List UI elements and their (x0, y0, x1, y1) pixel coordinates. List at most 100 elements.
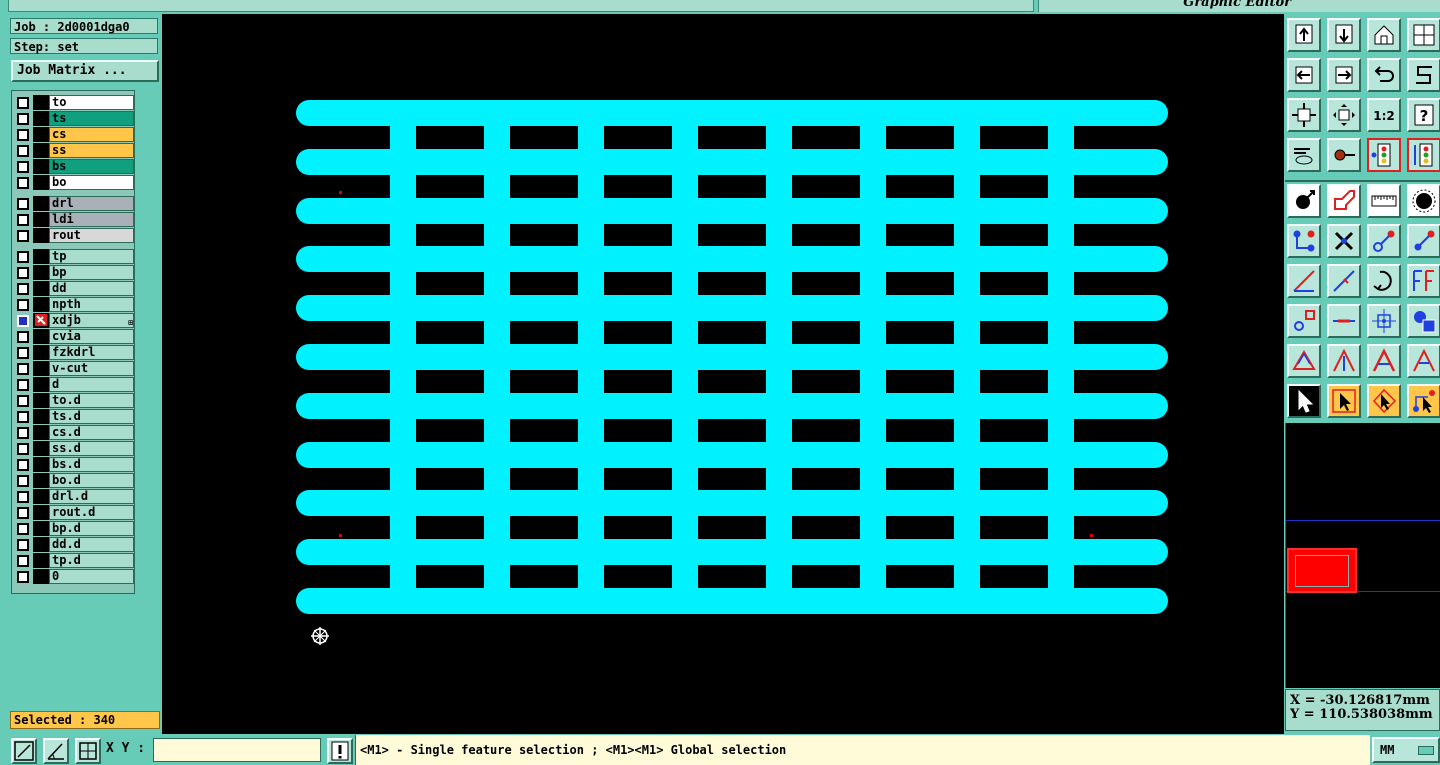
layer-row-npth[interactable]: npth (14, 297, 134, 312)
layer-row-cs.d[interactable]: cs.d (14, 425, 134, 440)
layer-color-swatch[interactable] (33, 521, 49, 536)
select-poly-button[interactable] (1367, 384, 1401, 418)
trace-horizontal[interactable] (296, 344, 1168, 370)
layer-row-ss.d[interactable]: ss.d (14, 441, 134, 456)
layer-row-ts.d[interactable]: ts.d (14, 409, 134, 424)
layer-color-swatch[interactable] (33, 249, 49, 264)
layer-checkbox[interactable] (17, 571, 29, 583)
trace-vertical[interactable] (484, 110, 510, 604)
trace-vertical[interactable] (1048, 110, 1074, 604)
layer-color-swatch[interactable] (33, 553, 49, 568)
overview-panel[interactable] (1285, 423, 1440, 688)
job-matrix-button[interactable]: Job Matrix ... (11, 60, 159, 82)
layer-checkbox[interactable] (17, 198, 29, 210)
trace-horizontal[interactable] (296, 539, 1168, 566)
center-button[interactable] (1367, 304, 1401, 338)
layer-checkbox[interactable] (17, 161, 29, 173)
zoom-fit-button[interactable] (1287, 98, 1321, 132)
trace-horizontal[interactable] (296, 100, 1168, 126)
delete-feature-button[interactable] (1327, 224, 1361, 258)
layer-color-swatch[interactable] (33, 537, 49, 552)
trace-vertical[interactable] (954, 110, 980, 604)
layer-row-cs[interactable]: cs (14, 127, 134, 142)
trace-horizontal[interactable] (296, 295, 1168, 322)
copy-point-button[interactable] (1407, 224, 1440, 258)
layer-row-xdjb[interactable]: xdjb ⊞ (14, 313, 134, 328)
layer-checkbox[interactable] (17, 113, 29, 125)
probe-button[interactable] (1327, 138, 1361, 172)
layer-down-button[interactable] (1327, 18, 1361, 52)
layer-row-bs[interactable]: bs (14, 159, 134, 174)
layer-checkbox[interactable] (17, 145, 29, 157)
layer-checkbox[interactable] (17, 491, 29, 503)
help-button[interactable]: ? (1407, 98, 1440, 132)
snap-button[interactable] (1287, 304, 1321, 338)
layer-color-swatch[interactable] (33, 95, 49, 110)
layer-checkbox[interactable] (17, 459, 29, 471)
grid-button[interactable] (75, 738, 101, 764)
layer-row-dd[interactable]: dd (14, 281, 134, 296)
layer-color-swatch[interactable] (33, 473, 49, 488)
layer-color-swatch[interactable] (33, 569, 49, 584)
graphics-canvas[interactable] (162, 14, 1284, 734)
ruler-button[interactable] (1367, 184, 1401, 218)
layer-row-bs.d[interactable]: bs.d (14, 457, 134, 472)
layer-color-swatch[interactable] (33, 393, 49, 408)
layer-color-swatch[interactable] (33, 409, 49, 424)
layer-color-swatch[interactable] (33, 143, 49, 158)
layer-up-button[interactable] (1287, 18, 1321, 52)
layer-row-0[interactable]: 0 (14, 569, 134, 584)
layer-checkbox[interactable] (17, 523, 29, 535)
layer-row-ldi[interactable]: ldi (14, 212, 134, 227)
trace-horizontal[interactable] (296, 148, 1168, 175)
layer-color-swatch[interactable] (33, 228, 49, 243)
layer-checkbox[interactable] (17, 427, 29, 439)
rotate-button[interactable] (1367, 58, 1401, 92)
trace-horizontal[interactable] (296, 246, 1168, 273)
layer-color-swatch[interactable] (33, 212, 49, 227)
layer-checkbox[interactable] (17, 230, 29, 242)
layer-row-dd.d[interactable]: dd.d (14, 537, 134, 552)
layer-checkbox[interactable] (17, 411, 29, 423)
alert-button[interactable] (327, 738, 353, 764)
measure-tools-button[interactable] (1287, 138, 1321, 172)
layer-row-d[interactable]: d (14, 377, 134, 392)
arc-button[interactable] (1367, 264, 1401, 298)
layer-row-bo[interactable]: bo (14, 175, 134, 190)
layer-color-swatch[interactable] (33, 441, 49, 456)
layer-checkbox[interactable] (17, 507, 29, 519)
minus-line-button[interactable] (1327, 304, 1361, 338)
trace-horizontal[interactable] (296, 441, 1168, 468)
layer-row-ss[interactable]: ss (14, 143, 134, 158)
layer-color-swatch[interactable] (33, 175, 49, 190)
step-button[interactable] (1407, 58, 1440, 92)
zoom-box-button[interactable] (11, 738, 37, 764)
layer-checkbox[interactable] (17, 443, 29, 455)
select-net-button[interactable] (1407, 384, 1440, 418)
layer-row-bp.d[interactable]: bp.d (14, 521, 134, 536)
trace-vertical[interactable] (860, 110, 886, 604)
polygon-button[interactable] (1287, 344, 1321, 378)
layer-row-cvia[interactable]: cvia (14, 329, 134, 344)
layer-checkbox[interactable] (17, 299, 29, 311)
trace-horizontal[interactable] (296, 490, 1168, 517)
polygon-outline-button[interactable] (1407, 344, 1440, 378)
layer-color-swatch[interactable] (33, 425, 49, 440)
layer-color-swatch[interactable] (33, 196, 49, 211)
trace-vertical[interactable] (766, 110, 792, 604)
pan-left-button[interactable] (1287, 58, 1321, 92)
net-compare-button[interactable] (1407, 138, 1440, 172)
layer-row-bo.d[interactable]: bo.d (14, 473, 134, 488)
layer-row-tp[interactable]: tp (14, 249, 134, 264)
angle-button[interactable] (43, 738, 69, 764)
layer-checkbox[interactable] (17, 475, 29, 487)
layer-row-drl.d[interactable]: drl.d (14, 489, 134, 504)
layer-color-swatch[interactable] (33, 505, 49, 520)
trace-vertical[interactable] (578, 110, 604, 604)
xy-input[interactable] (153, 738, 321, 762)
layer-row-to[interactable]: to (14, 95, 134, 110)
trace-vertical[interactable] (672, 110, 698, 604)
layer-checkbox[interactable] (17, 129, 29, 141)
select-arrow-button[interactable] (1287, 384, 1321, 418)
polygon-edit-button[interactable] (1327, 344, 1361, 378)
